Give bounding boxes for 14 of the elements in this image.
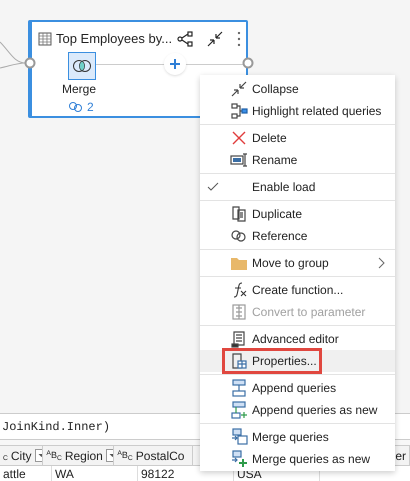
link-count: 2 — [87, 99, 94, 116]
step-label: Merge — [62, 81, 96, 98]
table-cell: WA — [55, 467, 74, 481]
column-label: City — [10, 448, 32, 465]
text-type-icon: $^{A}$B$_{C}$ — [46, 451, 62, 460]
text-type-icon: $^{A}$B$_{C}$ — [117, 451, 133, 460]
column-label: PostalCo — [136, 448, 184, 465]
node-title: Top Employees by... — [56, 30, 172, 48]
formula-text: JoinKind.Inner) — [1, 418, 110, 436]
table-cell: attle — [3, 467, 26, 481]
column-label: er — [395, 448, 406, 465]
table-cell: 98122 — [141, 467, 174, 481]
column-label: Region — [64, 448, 103, 465]
text-type-icon: C — [3, 451, 8, 460]
